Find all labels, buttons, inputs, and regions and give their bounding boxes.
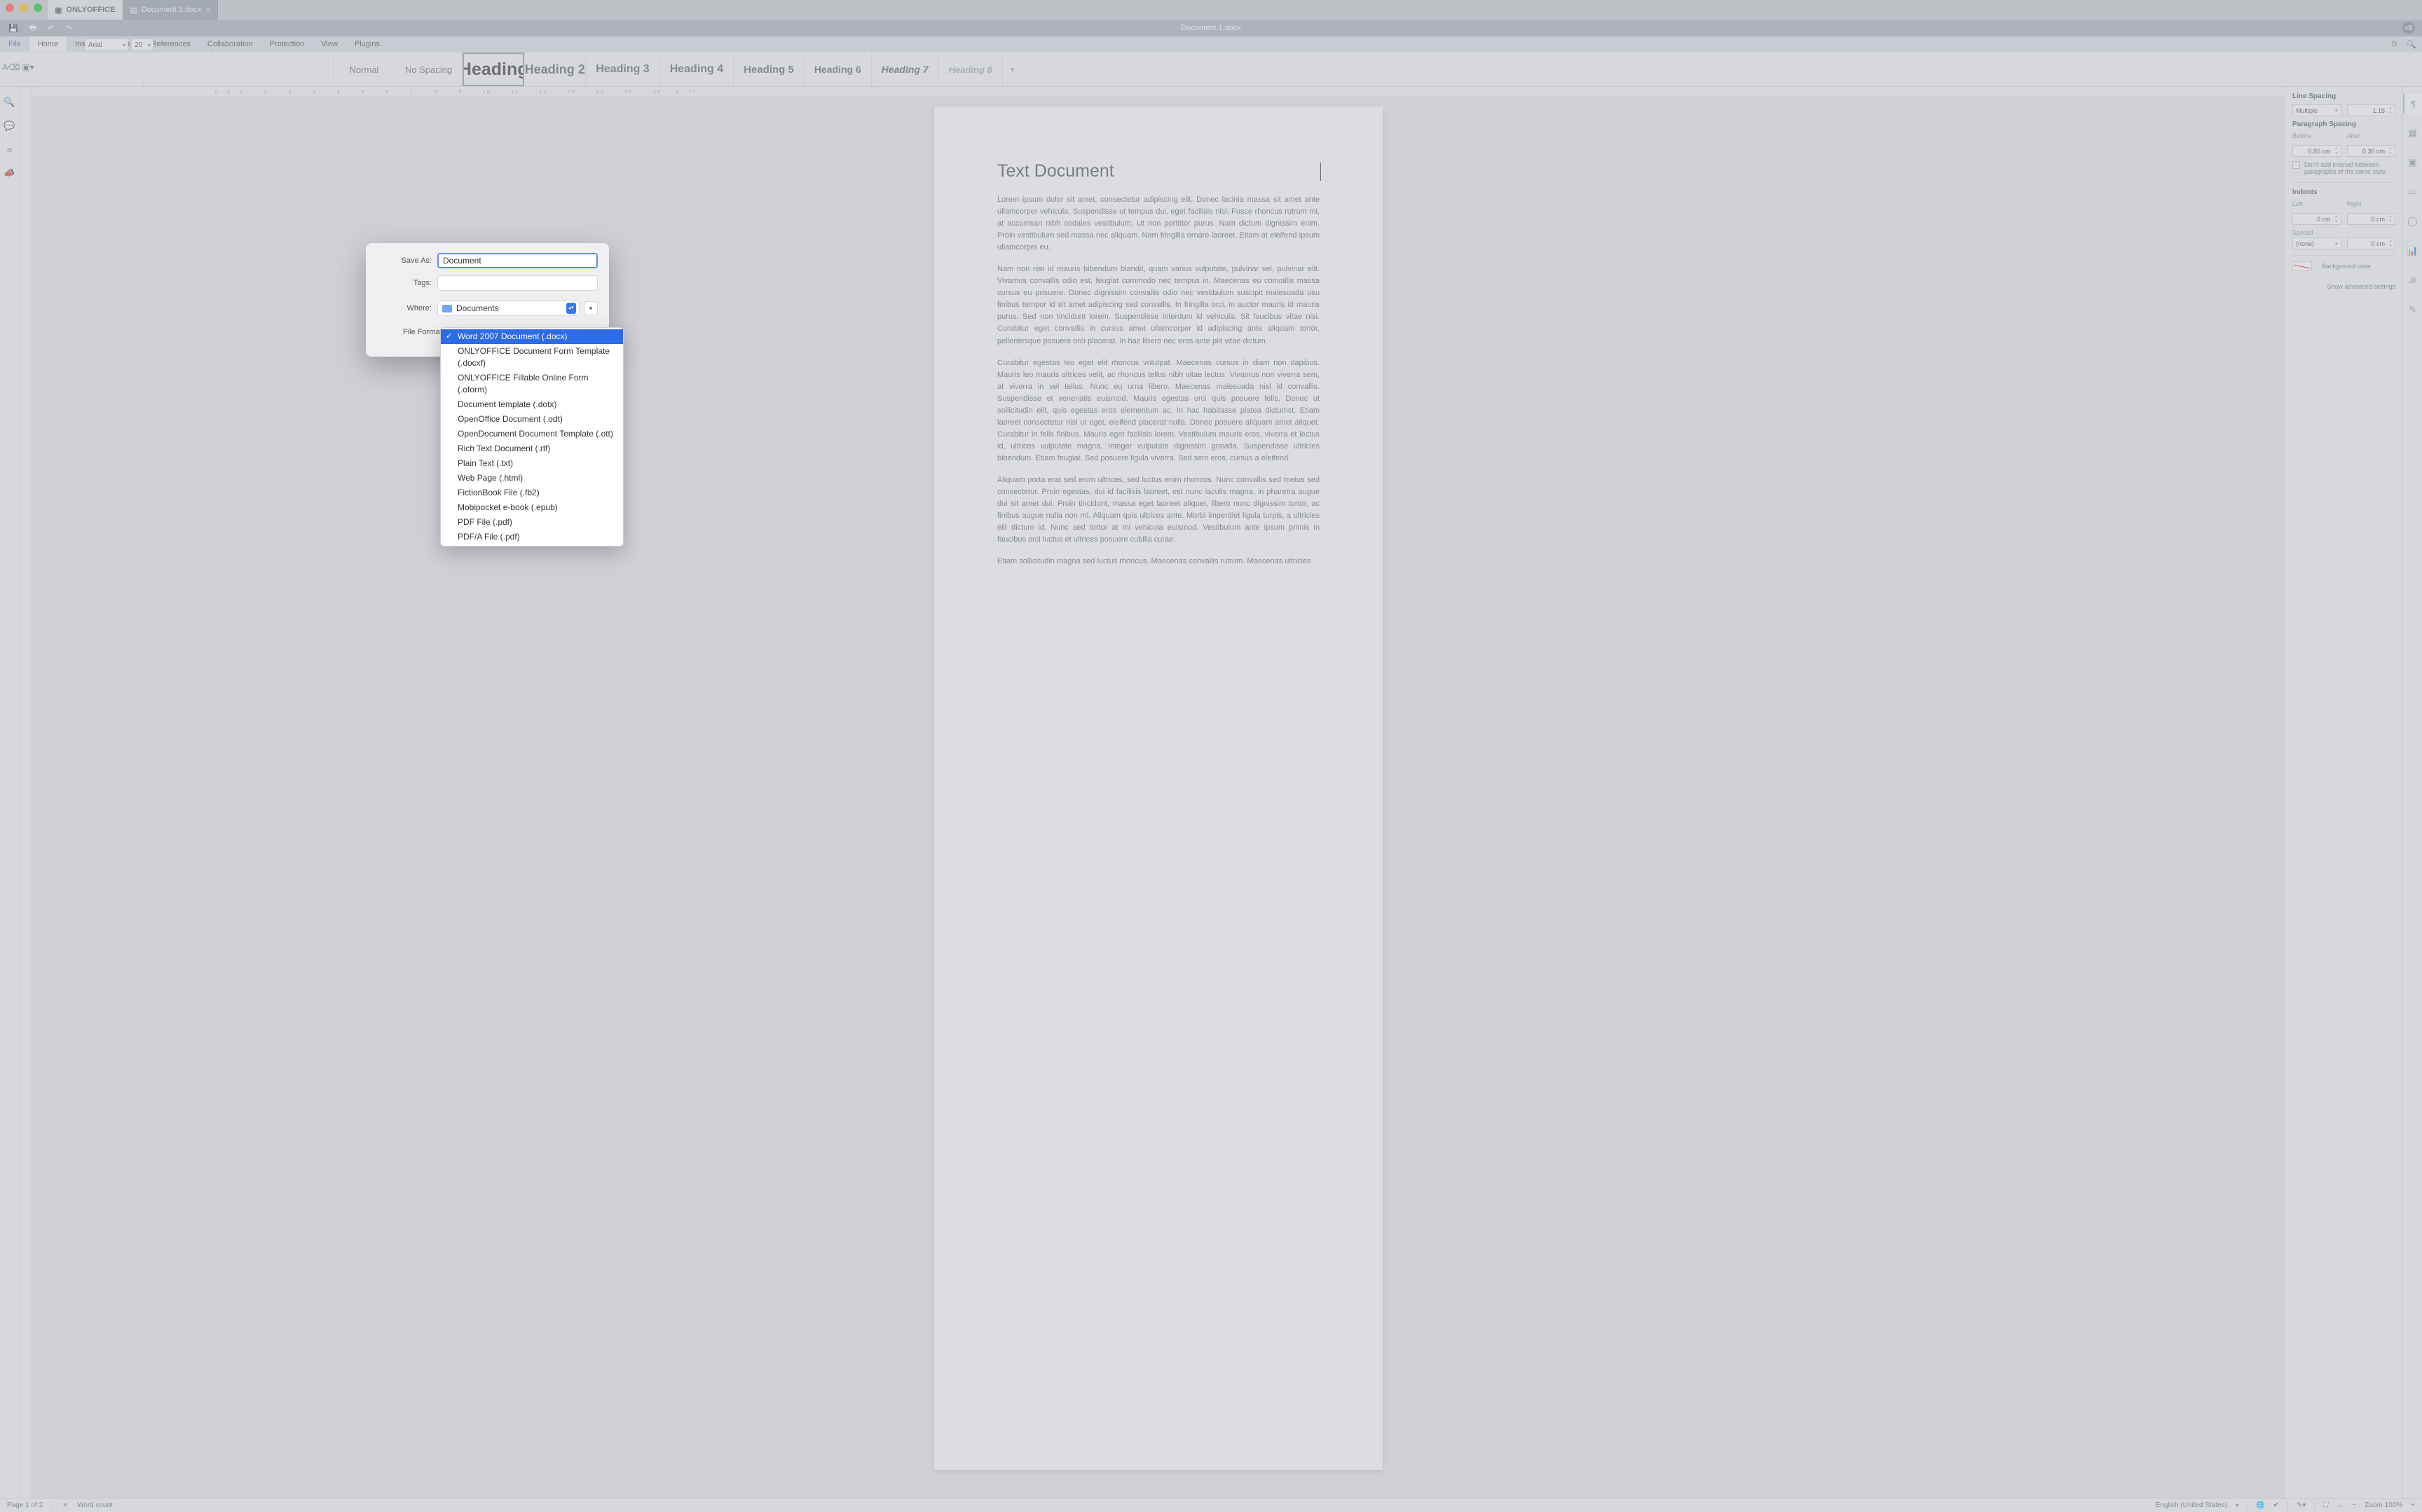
stepper-icon: ▴▾ [566,303,576,314]
where-select[interactable]: Documents ▴▾ [437,301,580,316]
file-format-menu: Word 2007 Document (.docx) ONLYOFFICE Do… [440,327,624,547]
tags-input[interactable] [437,275,598,291]
save-as-input[interactable]: Document [437,253,598,268]
tags-label: Tags: [377,279,437,287]
format-option[interactable]: ONLYOFFICE Fillable Online Form (.oform) [441,371,623,397]
format-option[interactable]: Web Page (.html) [441,471,623,486]
format-option[interactable]: PDF/A File (.pdf) [441,530,623,544]
folder-icon [442,305,452,312]
format-option[interactable]: OpenDocument Document Template (.ott) [441,427,623,441]
format-option[interactable]: Rich Text Document (.rtf) [441,441,623,456]
expand-dialog-button[interactable]: ▾ [584,301,598,315]
format-option[interactable]: Word 2007 Document (.docx) [441,329,623,344]
format-option[interactable]: Mobipocket e-book (.epub) [441,500,623,515]
format-option[interactable]: Plain Text (.txt) [441,456,623,471]
format-option[interactable]: OpenOffice Document (.odt) [441,412,623,427]
format-option[interactable]: FictionBook File (.fb2) [441,486,623,500]
modal-overlay [0,0,2422,1512]
save-as-label: Save As: [377,256,437,265]
format-option[interactable]: Document template (.dotx) [441,397,623,412]
where-value: Documents [456,303,499,313]
file-format-label: File Format: [403,328,444,336]
format-option[interactable]: ONLYOFFICE Document Form Template (.docx… [441,344,623,371]
where-label: Where: [377,304,437,312]
format-option[interactable]: PDF File (.pdf) [441,515,623,530]
